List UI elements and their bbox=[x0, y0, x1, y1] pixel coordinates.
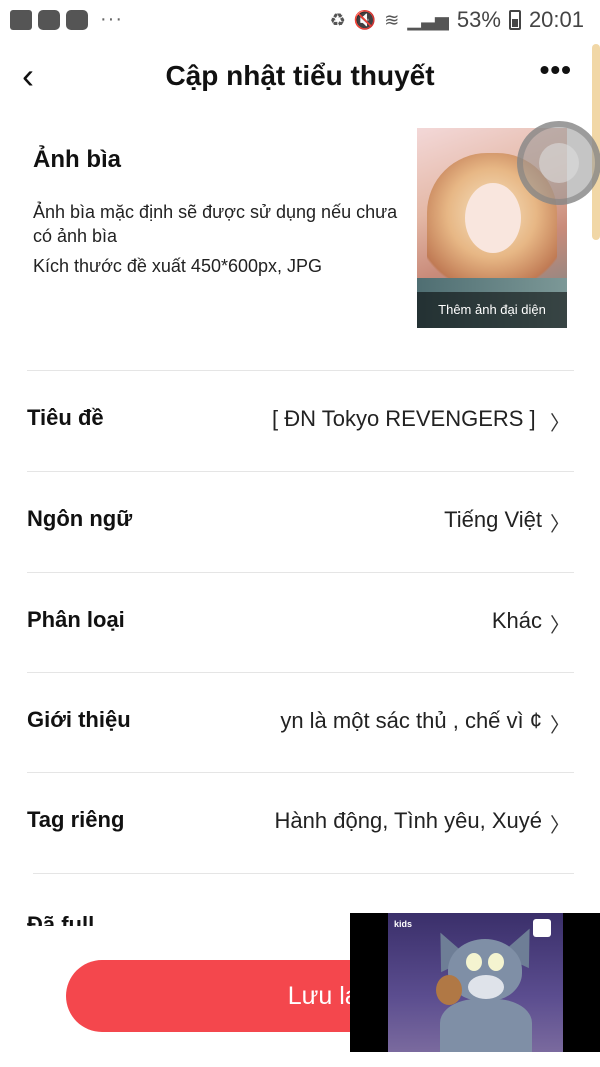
cover-description: Ảnh bìa mặc định sẽ được sử dụng nếu chư… bbox=[33, 200, 413, 278]
row-language[interactable]: Ngôn ngữ Tiếng Việt 〉 bbox=[27, 472, 574, 572]
battery-icon bbox=[508, 10, 521, 30]
chevron-right-icon: 〉 bbox=[550, 514, 570, 536]
gallery-icon bbox=[10, 9, 32, 30]
status-bar-left: ··· bbox=[10, 8, 123, 31]
cover-size-hint: Kích thước đề xuất 450*600px, JPG bbox=[33, 256, 323, 276]
chevron-right-icon: 〉 bbox=[550, 715, 570, 737]
screen-recorder-icon bbox=[38, 9, 60, 30]
cover-art-face bbox=[465, 183, 521, 253]
assistive-touch-button[interactable] bbox=[517, 121, 600, 205]
row-value: yn là một sác thủ , chế vì ¢ bbox=[280, 708, 542, 733]
notification-overflow-icon: ··· bbox=[100, 8, 123, 30]
row-label: Tiêu đề bbox=[27, 405, 104, 430]
pip-video-player[interactable]: kids bbox=[350, 913, 600, 1052]
add-cover-label[interactable]: Thêm ảnh đại diện bbox=[417, 292, 567, 328]
chevron-right-icon: 〉 bbox=[550, 815, 570, 837]
row-value: Hành động, Tình yêu, Xuyé bbox=[274, 808, 542, 833]
row-category[interactable]: Phân loại Khác 〉 bbox=[27, 573, 574, 673]
cartoon-cat-body bbox=[440, 999, 532, 1052]
youtube-icon bbox=[66, 9, 88, 30]
divider bbox=[33, 873, 574, 874]
video-frame: kids bbox=[388, 913, 563, 1052]
cover-default-note: Ảnh bìa mặc định sẽ được sử dụng nếu chư… bbox=[33, 202, 398, 246]
cartoon-cat-eye bbox=[466, 953, 482, 971]
row-label: Phân loại bbox=[27, 607, 125, 632]
chevron-right-icon: 〉 bbox=[550, 615, 570, 637]
page-title: Cập nhật tiểu thuyết bbox=[165, 60, 435, 91]
row-introduction[interactable]: Giới thiệu yn là một sác thủ , chế vì ¢ … bbox=[27, 673, 574, 773]
clock: 20:01 bbox=[528, 7, 584, 32]
row-label: Giới thiệu bbox=[27, 707, 131, 732]
app-header: ‹ Cập nhật tiểu thuyết ••• bbox=[0, 40, 600, 116]
status-bar: ··· ♻ 🔇 ≋ ▁▃▅ 53% 20:01 bbox=[0, 0, 600, 40]
row-label: Tag riêng bbox=[27, 807, 125, 832]
row-completed-label[interactable]: Đã full bbox=[27, 912, 94, 926]
chevron-right-icon: 〉 bbox=[550, 413, 570, 435]
wifi-icon: ≋ bbox=[384, 9, 400, 30]
row-tags[interactable]: Tag riêng Hành động, Tình yêu, Xuyé 〉 bbox=[27, 773, 574, 873]
cartoon-cat-muzzle bbox=[468, 975, 504, 999]
row-title[interactable]: Tiêu đề [ ĐN Tokyo REVENGERS ] · 〉 bbox=[27, 371, 574, 471]
row-label: Ngôn ngữ bbox=[27, 506, 133, 531]
row-value: [ ĐN Tokyo REVENGERS ] · bbox=[272, 406, 542, 431]
cartoon-cat-eye bbox=[488, 953, 504, 971]
mute-icon: 🔇 bbox=[353, 9, 377, 30]
signal-icon: ▁▃▅ bbox=[407, 9, 449, 30]
cover-section-title: Ảnh bìa bbox=[33, 146, 121, 173]
more-options-icon[interactable]: ••• bbox=[540, 54, 572, 86]
status-bar-right: ♻ 🔇 ≋ ▁▃▅ 53% 20:01 bbox=[330, 7, 584, 33]
row-value: Tiếng Việt bbox=[444, 507, 542, 532]
channel-logo: kids bbox=[394, 919, 413, 929]
battery-percent: 53% bbox=[456, 7, 501, 32]
recycle-icon: ♻ bbox=[329, 9, 346, 30]
row-value: Khác bbox=[491, 608, 542, 633]
cartoon-mouse bbox=[436, 975, 462, 1005]
